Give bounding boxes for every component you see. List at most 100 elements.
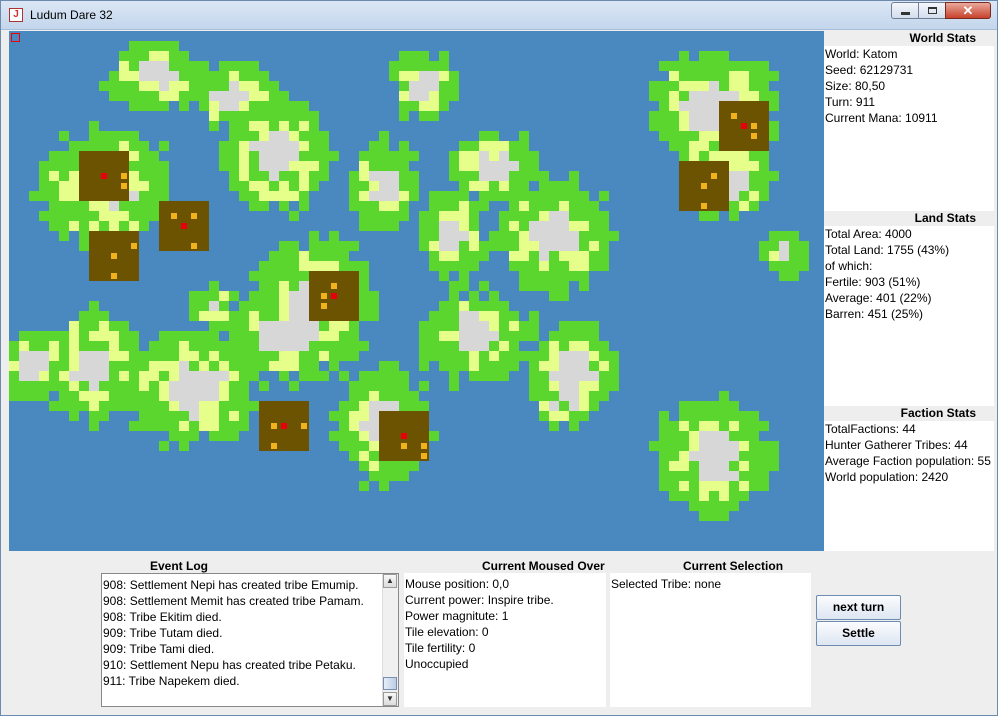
map-tile[interactable] bbox=[99, 221, 109, 231]
map-tile[interactable] bbox=[759, 161, 769, 171]
map-tile[interactable] bbox=[339, 321, 349, 331]
map-tile[interactable] bbox=[259, 91, 269, 101]
map-tile[interactable] bbox=[429, 431, 439, 441]
map-tile[interactable] bbox=[469, 161, 479, 171]
map-tile[interactable] bbox=[499, 301, 509, 311]
map-tile[interactable] bbox=[209, 91, 219, 101]
map-tile[interactable] bbox=[609, 381, 619, 391]
map-tile[interactable] bbox=[69, 361, 79, 371]
map-tile[interactable] bbox=[539, 371, 549, 381]
map-tile[interactable] bbox=[189, 81, 199, 91]
map-tile[interactable] bbox=[569, 371, 579, 381]
map-tile[interactable] bbox=[269, 181, 279, 191]
map-tile[interactable] bbox=[439, 61, 449, 71]
map-tile[interactable] bbox=[729, 71, 739, 81]
map-tile[interactable] bbox=[109, 371, 119, 381]
map-tile[interactable] bbox=[139, 61, 149, 71]
map-tile[interactable] bbox=[369, 191, 379, 201]
map-tile[interactable] bbox=[529, 271, 539, 281]
map-tile[interactable] bbox=[69, 411, 79, 421]
map-tile[interactable] bbox=[309, 141, 319, 151]
map-tile[interactable] bbox=[479, 141, 489, 151]
map-tile[interactable] bbox=[519, 271, 529, 281]
map-tile[interactable] bbox=[649, 441, 659, 451]
map-tile[interactable] bbox=[339, 401, 349, 411]
map-tile[interactable] bbox=[349, 381, 359, 391]
map-tile[interactable] bbox=[319, 371, 329, 381]
map-tile[interactable] bbox=[339, 251, 349, 261]
map-tile[interactable] bbox=[179, 81, 189, 91]
map-tile[interactable] bbox=[549, 381, 559, 391]
map-tile[interactable] bbox=[229, 111, 239, 121]
map-tile[interactable] bbox=[689, 61, 699, 71]
map-tile[interactable] bbox=[99, 141, 109, 151]
map-tile[interactable] bbox=[379, 381, 389, 391]
map-tile[interactable] bbox=[129, 351, 139, 361]
map-tile[interactable] bbox=[519, 241, 529, 251]
map-tile[interactable] bbox=[479, 281, 489, 291]
map-tile[interactable] bbox=[419, 81, 429, 91]
map-tile[interactable] bbox=[739, 491, 749, 501]
map-tile[interactable] bbox=[139, 181, 149, 191]
map-tile[interactable] bbox=[49, 331, 59, 341]
map-tile[interactable] bbox=[159, 411, 169, 421]
map-tile[interactable] bbox=[709, 211, 719, 221]
map-tile[interactable] bbox=[279, 201, 289, 211]
map-tile[interactable] bbox=[509, 311, 519, 321]
map-tile[interactable] bbox=[569, 341, 579, 351]
map-tile[interactable] bbox=[719, 421, 729, 431]
tribe-marker[interactable] bbox=[751, 133, 757, 139]
map-tile[interactable] bbox=[459, 171, 469, 181]
map-tile[interactable] bbox=[59, 191, 69, 201]
map-tile[interactable] bbox=[509, 331, 519, 341]
map-tile[interactable] bbox=[549, 261, 559, 271]
map-tile[interactable] bbox=[559, 371, 569, 381]
map-tile[interactable] bbox=[349, 261, 359, 271]
map-tile[interactable] bbox=[689, 481, 699, 491]
map-tile[interactable] bbox=[69, 391, 79, 401]
map-tile[interactable] bbox=[529, 231, 539, 241]
map-tile[interactable] bbox=[489, 231, 499, 241]
map-tile[interactable] bbox=[179, 371, 189, 381]
map-tile[interactable] bbox=[509, 321, 519, 331]
map-tile[interactable] bbox=[149, 371, 159, 381]
map-tile[interactable] bbox=[579, 251, 589, 261]
map-tile[interactable] bbox=[409, 81, 419, 91]
map-tile[interactable] bbox=[589, 361, 599, 371]
map-tile[interactable] bbox=[729, 501, 739, 511]
map-tile[interactable] bbox=[129, 171, 139, 181]
map-tile[interactable] bbox=[709, 431, 719, 441]
map-tile[interactable] bbox=[659, 81, 669, 91]
map-tile[interactable] bbox=[189, 71, 199, 81]
map-tile[interactable] bbox=[769, 101, 779, 111]
map-tile[interactable] bbox=[439, 191, 449, 201]
map-tile[interactable] bbox=[439, 51, 449, 61]
map-tile[interactable] bbox=[179, 411, 189, 421]
map-tile[interactable] bbox=[249, 371, 259, 381]
map-tile[interactable] bbox=[419, 341, 429, 351]
map-tile[interactable] bbox=[729, 201, 739, 211]
map-tile[interactable] bbox=[109, 401, 119, 411]
map-tile[interactable] bbox=[429, 241, 439, 251]
map-tile[interactable] bbox=[239, 371, 249, 381]
map-tile[interactable] bbox=[769, 131, 779, 141]
map-tile[interactable] bbox=[119, 61, 129, 71]
map-tile[interactable] bbox=[569, 171, 579, 181]
map-tile[interactable] bbox=[209, 121, 219, 131]
map-tile[interactable] bbox=[409, 191, 419, 201]
map-tile[interactable] bbox=[429, 221, 439, 231]
tribe-marker[interactable] bbox=[271, 423, 277, 429]
map-tile[interactable] bbox=[349, 341, 359, 351]
map-tile[interactable] bbox=[299, 171, 309, 181]
map-tile[interactable] bbox=[739, 441, 749, 451]
map-tile[interactable] bbox=[119, 401, 129, 411]
map-tile[interactable] bbox=[229, 361, 239, 371]
map-tile[interactable] bbox=[459, 301, 469, 311]
map-tile[interactable] bbox=[589, 211, 599, 221]
map-tile[interactable] bbox=[569, 421, 579, 431]
map-tile[interactable] bbox=[229, 181, 239, 191]
map-tile[interactable] bbox=[19, 381, 29, 391]
map-tile[interactable] bbox=[259, 111, 269, 121]
map-tile[interactable] bbox=[219, 361, 229, 371]
map-tile[interactable] bbox=[79, 321, 89, 331]
